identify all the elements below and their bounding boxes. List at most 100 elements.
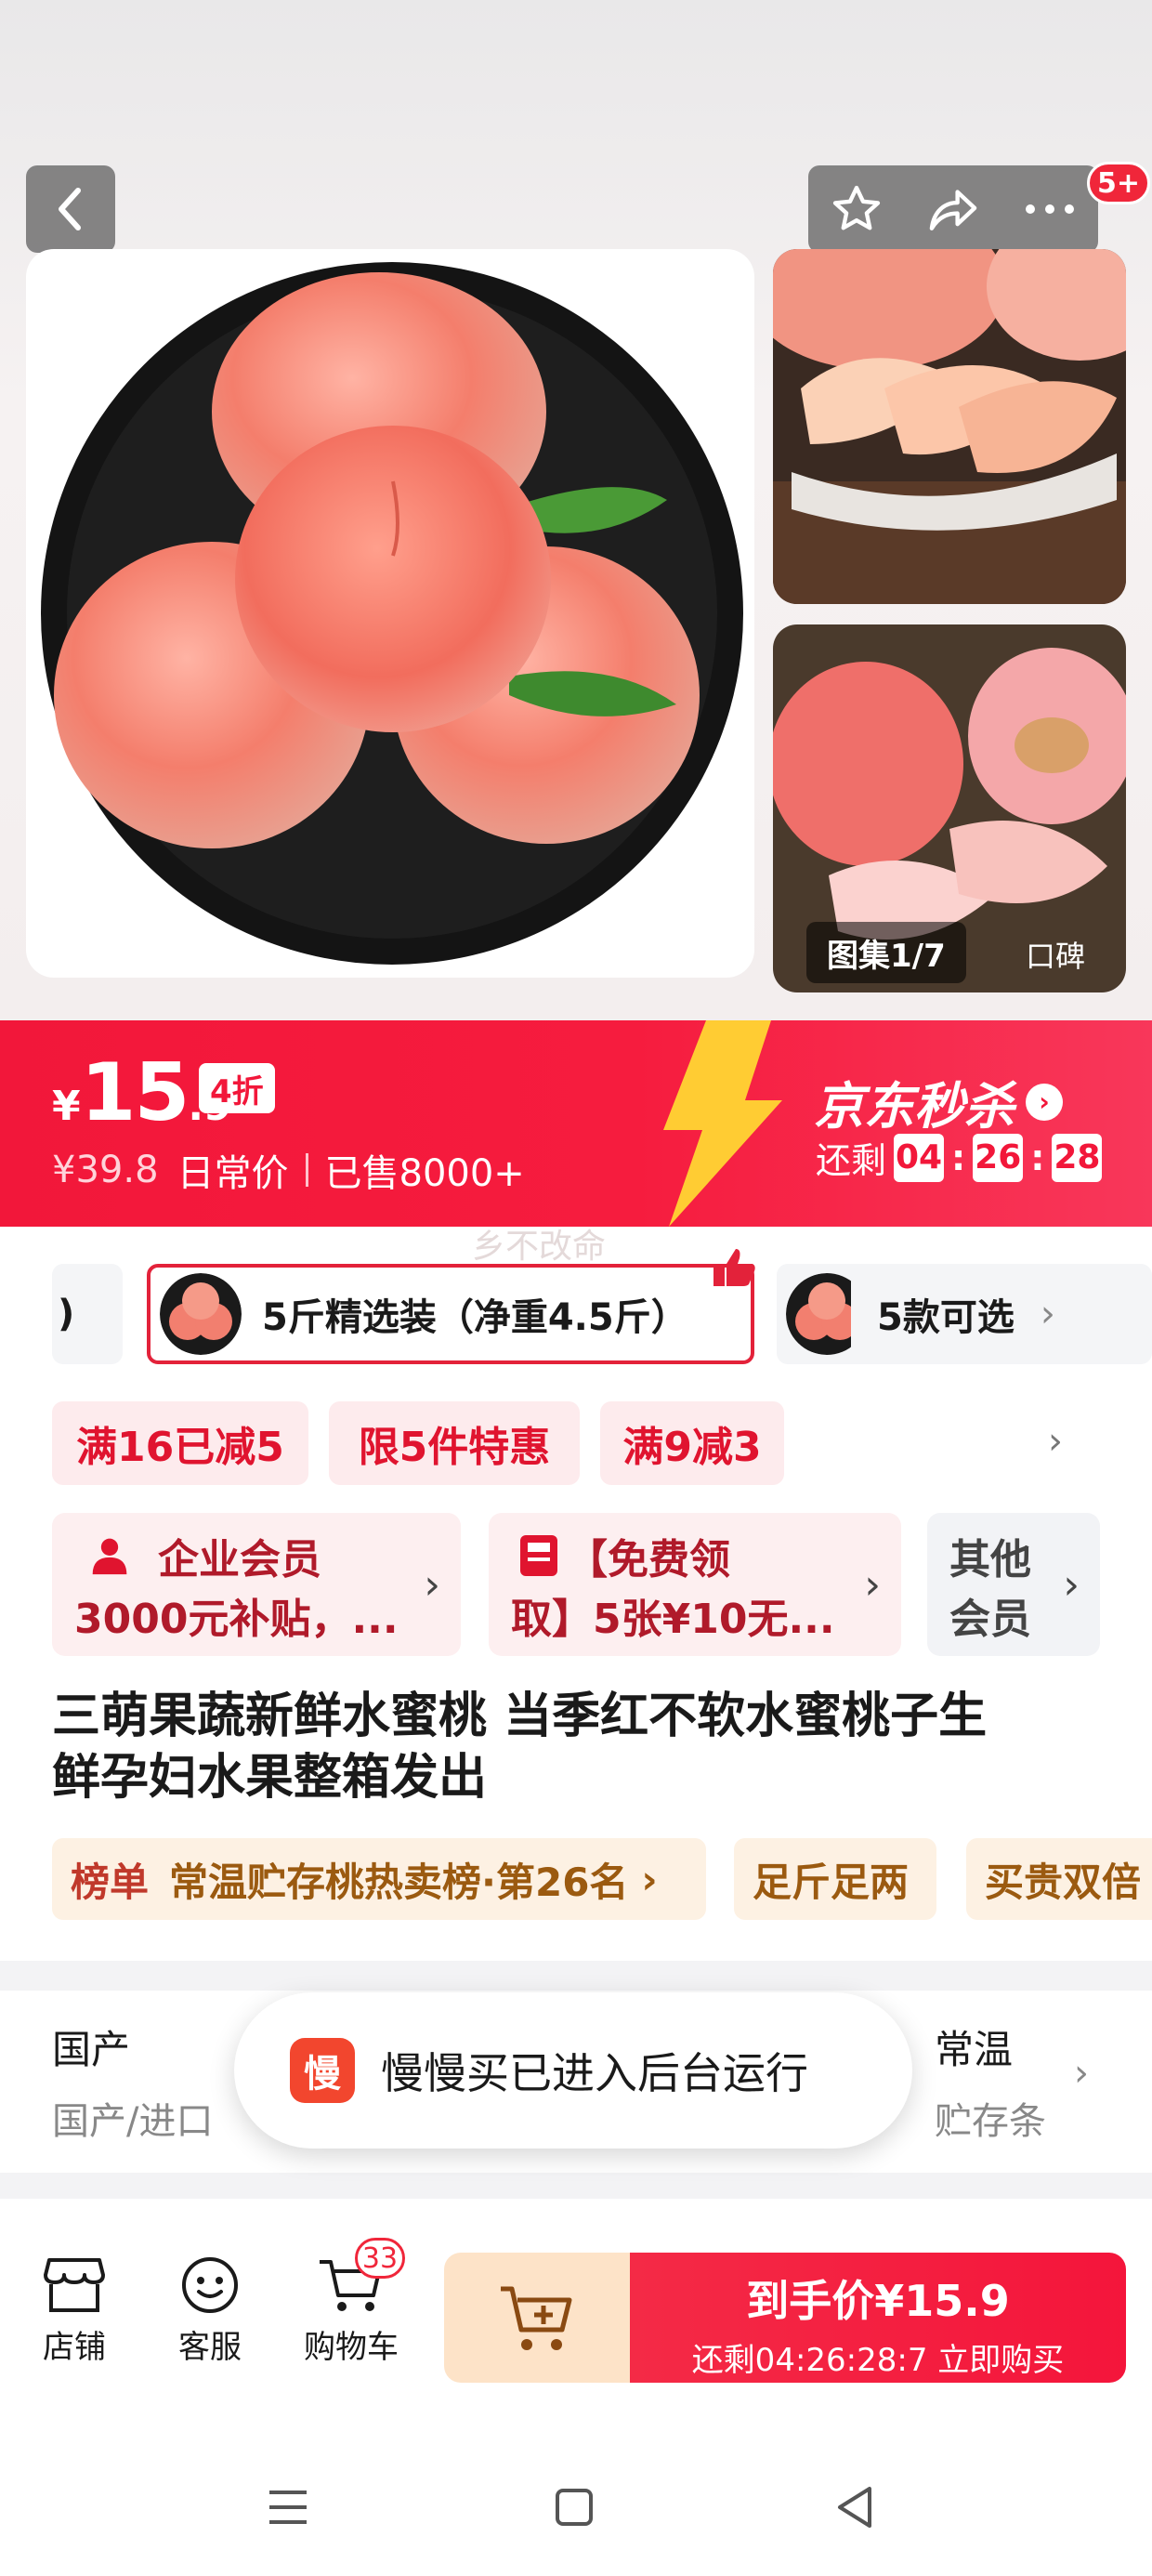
final-price-label: 到手价¥15.9 <box>746 2276 1010 2326</box>
jd-seckill-link[interactable]: 京东秒杀 › <box>814 1065 1063 1138</box>
coupon-line-1: 【免费领 <box>567 1536 730 1584</box>
variant-more-options[interactable]: 5款可选 › <box>777 1264 1152 1364</box>
more-dots-icon <box>1026 204 1074 214</box>
variant-more-label: 5款可选 <box>877 1296 1015 1339</box>
variant-thumbnail <box>160 1273 242 1355</box>
storage-label: 常温 <box>935 2027 1014 2072</box>
favorite-button[interactable] <box>808 165 905 253</box>
promo-tag-1[interactable]: 满16已减5 <box>52 1401 308 1485</box>
chevron-right-icon: › <box>1040 1293 1055 1335</box>
thumbs-up-icon <box>713 1249 755 1286</box>
coupon-icon <box>520 1535 557 1576</box>
chevron-left-icon <box>59 188 81 230</box>
product-title-line-1: 三萌果蔬新鲜水蜜桃 当季红不软水蜜桃子生 <box>52 1689 988 1744</box>
promo-tag-3[interactable]: 满9减3 <box>600 1401 784 1485</box>
variant-option-previous[interactable]: ) <box>52 1264 123 1364</box>
back-button[interactable] <box>26 165 115 253</box>
countdown: 还剩 04 : 26 : 28 <box>816 1132 1103 1183</box>
storage-value: 贮存条 <box>935 2100 1046 2143</box>
enterprise-line-2: 3000元补贴，... <box>74 1596 399 1643</box>
seckill-channel-title: 京东秒杀 <box>814 1077 1015 1136</box>
star-icon <box>832 185 881 230</box>
menu-icon[interactable] <box>266 2487 310 2528</box>
chevron-right-icon: › <box>641 1856 658 1902</box>
enterprise-member-benefit[interactable]: 企业会员 3000元补贴，... › <box>52 1513 461 1656</box>
product-info-card: ) 5斤精选装（净重4.5斤） 5款可选 › 满16已减5 限5件特惠 满9减3… <box>0 1227 1152 1961</box>
gallery-thumbnail-1[interactable] <box>773 249 1126 604</box>
tag-full-weight[interactable]: 足斤足两 <box>734 1838 936 1920</box>
price-subinfo: ¥39.8 日常价 已售8000+ <box>52 1143 525 1197</box>
shop-icon <box>44 2258 105 2312</box>
currency-symbol: ¥ <box>52 1083 81 1130</box>
countdown-seconds: 28 <box>1052 1133 1103 1182</box>
ranking-label: 榜单 <box>71 1859 150 1905</box>
chevron-right-icon: › <box>1074 2052 1089 2095</box>
buy-now-button[interactable]: 到手价¥15.9 还剩04:26:28:7 立即购买 <box>630 2253 1126 2383</box>
enterprise-line-1: 企业会员 <box>158 1536 321 1584</box>
promo-tag-2[interactable]: 限5件特惠 <box>329 1401 580 1485</box>
review-tab[interactable]: 口碑 <box>1026 933 1085 976</box>
other-line-1: 其他 <box>949 1536 1031 1584</box>
variant-selected-label: 5斤精选装（净重4.5斤） <box>262 1296 688 1339</box>
sliced-peach-image <box>773 249 1126 604</box>
price-integer: 15 <box>80 1046 190 1139</box>
cart-label: 购物车 <box>304 2329 399 2366</box>
user-icon <box>92 1538 127 1575</box>
customer-service-label: 客服 <box>178 2329 242 2366</box>
variant-prev-label: ) <box>58 1293 75 1335</box>
background-running-toast: 慢 慢慢买已进入后台运行 <box>234 1992 912 2149</box>
app-icon: 慢 <box>290 2038 355 2103</box>
app-icon-text: 慢 <box>304 2053 341 2096</box>
discount-badge: 4折 <box>199 1063 275 1113</box>
other-line-2: 会员 <box>949 1596 1031 1643</box>
tag-price-guarantee[interactable]: 买贵双倍 <box>966 1838 1152 1920</box>
countdown-hours: 04 <box>894 1133 945 1182</box>
coupon-benefit[interactable]: 【免费领 取】5张¥10无... › <box>489 1513 901 1656</box>
other-member-benefit[interactable]: 其他 会员 › <box>927 1513 1100 1656</box>
smiley-chat-icon <box>182 2257 238 2313</box>
system-navigation-bar <box>0 2440 1152 2576</box>
more-button[interactable] <box>1001 165 1098 253</box>
origin-label: 国产 <box>52 2027 131 2072</box>
product-gallery: 5+ 图集1/7 口碑 <box>0 0 1152 1020</box>
shop-label: 店铺 <box>43 2329 106 2366</box>
toast-message: 慢慢买已进入后台运行 <box>381 2048 808 2098</box>
lightning-bolt-icon <box>663 1020 782 1227</box>
bottom-action-bar: 店铺 客服 购物车 33 到手价¥15.9 还剩04:26:28:7 立即购买 <box>0 2199 1152 2440</box>
cart-count-badge: 33 <box>355 2238 405 2279</box>
coupon-line-2: 取】5张¥10无... <box>511 1596 835 1643</box>
chevron-right-icon: › <box>864 1561 881 1609</box>
watermark-text: 乡不改命 <box>472 1228 607 1266</box>
top-actions <box>808 165 1098 253</box>
origin-value: 国产/进口 <box>52 2100 214 2143</box>
original-price: ¥39.8 <box>52 1149 159 1191</box>
back-nav-icon[interactable] <box>834 2485 875 2530</box>
ranking-tag[interactable]: 榜单 常温贮存桃热卖榜·第26名 › <box>52 1838 706 1920</box>
chevron-right-icon: › <box>1026 1083 1063 1121</box>
notification-badge: 5+ <box>1087 162 1151 204</box>
share-button[interactable] <box>905 165 1001 253</box>
buy-countdown-label: 还剩04:26:28:7 立即购买 <box>691 2342 1065 2379</box>
original-price-label: 日常价 <box>177 1152 289 1195</box>
shop-button[interactable]: 店铺 <box>19 2256 130 2367</box>
home-icon[interactable] <box>554 2487 595 2528</box>
promotions-more-chevron-icon[interactable]: › <box>1048 1420 1063 1463</box>
chevron-right-icon: › <box>424 1561 440 1609</box>
add-to-cart-button[interactable] <box>444 2253 630 2383</box>
peaches-image <box>41 262 743 965</box>
countdown-label: 还剩 <box>816 1140 887 1181</box>
sold-count: 已售8000+ <box>324 1152 525 1195</box>
customer-service-button[interactable]: 客服 <box>154 2256 266 2367</box>
seckill-price-bar: ¥ 15 .9 4折 ¥39.8 日常价 已售8000+ 京东秒杀 › 还剩 0… <box>0 1020 1152 1227</box>
variant-option-selected[interactable]: 5斤精选装（净重4.5斤） <box>147 1264 754 1364</box>
product-title: 三萌果蔬新鲜水蜜桃 当季红不软水蜜桃子生 鲜孕妇水果整箱发出 <box>52 1686 1111 1808</box>
add-to-cart-icon <box>501 2286 572 2350</box>
ranking-text: 常温贮存桃热卖榜·第26名 <box>169 1859 629 1905</box>
variant-thumbnail-2 <box>786 1273 851 1355</box>
chevron-right-icon: › <box>1063 1561 1080 1609</box>
product-title-line-2: 鲜孕妇水果整箱发出 <box>52 1750 488 1806</box>
divider <box>305 1153 308 1187</box>
share-icon <box>929 190 977 230</box>
main-product-image[interactable] <box>26 249 754 978</box>
album-indicator[interactable]: 图集1/7 <box>806 922 966 983</box>
